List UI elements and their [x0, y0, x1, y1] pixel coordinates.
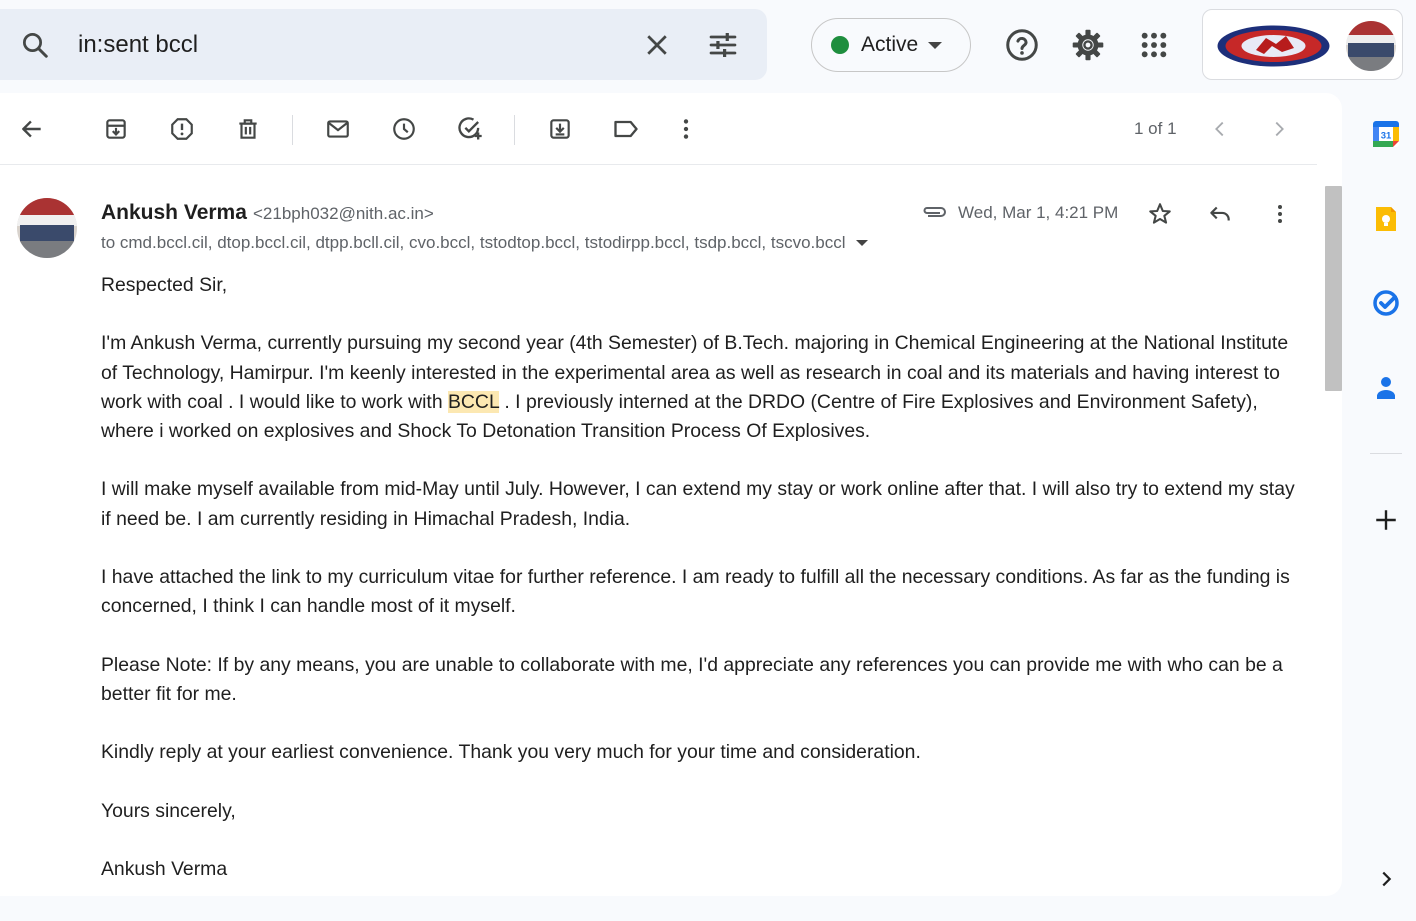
body-paragraph: I have attached the link to my curriculu… — [101, 565, 1290, 618]
calendar-icon[interactable]: 31 — [1369, 117, 1403, 151]
sender-name[interactable]: Ankush Verma — [101, 201, 247, 225]
attachment-icon — [920, 200, 948, 224]
chevron-down-icon — [928, 41, 943, 49]
body-signature: Ankush Verma — [101, 857, 228, 880]
body-paragraph: Kindly reply at your earliest convenienc… — [101, 741, 921, 764]
add-addon-icon[interactable] — [1369, 503, 1403, 537]
star-icon[interactable] — [1145, 199, 1175, 229]
recipients-line: to cmd.bccl.cil, dtop.bccl.cil, dtpp.bcl… — [101, 233, 868, 253]
settings-icon[interactable] — [1068, 25, 1108, 65]
contacts-icon[interactable] — [1369, 370, 1403, 404]
keep-icon[interactable] — [1369, 202, 1403, 236]
help-icon[interactable] — [1002, 25, 1042, 65]
status-dot — [831, 36, 849, 54]
reply-icon[interactable] — [1205, 199, 1235, 229]
organization-logo — [1216, 24, 1331, 68]
recipients-list: to cmd.bccl.cil, dtop.bccl.cil, dtpp.bcl… — [101, 233, 846, 252]
delete-icon[interactable] — [232, 113, 264, 145]
expand-panel-icon[interactable] — [1369, 862, 1403, 896]
account-switcher[interactable] — [1202, 9, 1403, 80]
show-details-icon[interactable] — [855, 240, 868, 246]
body-paragraph: I will make myself available from mid-Ma… — [101, 478, 1295, 530]
message-date: Wed, Mar 1, 4:21 PM — [958, 203, 1119, 222]
more-vert-icon[interactable] — [670, 113, 702, 145]
search-options-icon[interactable] — [707, 29, 739, 61]
calendar-day: 31 — [1381, 131, 1392, 142]
scrollbar[interactable] — [1325, 186, 1342, 891]
side-panel-divider — [1370, 453, 1402, 454]
status-selector[interactable]: Active — [811, 18, 971, 72]
search-bar[interactable]: in:sent bccl — [0, 9, 767, 80]
mark-unread-icon[interactable] — [322, 113, 354, 145]
back-arrow-icon[interactable] — [16, 113, 48, 145]
sender-email: <21bph032@nith.ac.in> — [253, 204, 434, 223]
apps-grid-icon[interactable] — [1134, 25, 1174, 65]
avatar[interactable] — [1346, 21, 1396, 71]
report-spam-icon[interactable] — [166, 113, 198, 145]
search-input[interactable]: in:sent bccl — [78, 31, 198, 59]
move-to-icon[interactable] — [544, 113, 576, 145]
search-icon[interactable] — [20, 30, 50, 60]
message-more-icon[interactable] — [1265, 199, 1295, 229]
pagination-count: 1 of 1 — [1134, 119, 1177, 138]
status-label: Active — [861, 33, 919, 56]
label-icon[interactable] — [610, 113, 642, 145]
scrollbar-thumb[interactable] — [1325, 186, 1342, 391]
search-highlight: BCCL — [448, 390, 500, 413]
clear-search-icon[interactable] — [642, 30, 672, 60]
body-closing: Yours sincerely, — [101, 799, 236, 822]
chevron-right-icon[interactable] — [1263, 113, 1295, 145]
toolbar-divider — [292, 115, 293, 145]
tasks-icon[interactable] — [1369, 286, 1403, 320]
message-toolbar: 1 of 1 — [0, 93, 1317, 165]
message-view: 1 of 1 Ankush Verma <21bph032@nith.ac.in… — [0, 93, 1342, 896]
snooze-icon[interactable] — [388, 113, 420, 145]
toolbar-divider — [514, 115, 515, 145]
archive-icon[interactable] — [100, 113, 132, 145]
body-paragraph: I'm Ankush Verma, currently pursuing my … — [101, 329, 1306, 446]
body-paragraph: Please Note: If by any means, you are un… — [101, 653, 1283, 705]
chevron-left-icon[interactable] — [1204, 113, 1236, 145]
sender-avatar[interactable] — [17, 198, 77, 258]
message-body: Respected Sir, I'm Ankush Verma, current… — [101, 271, 1306, 896]
add-to-tasks-icon[interactable] — [454, 113, 486, 145]
body-greeting: Respected Sir, — [101, 274, 228, 296]
